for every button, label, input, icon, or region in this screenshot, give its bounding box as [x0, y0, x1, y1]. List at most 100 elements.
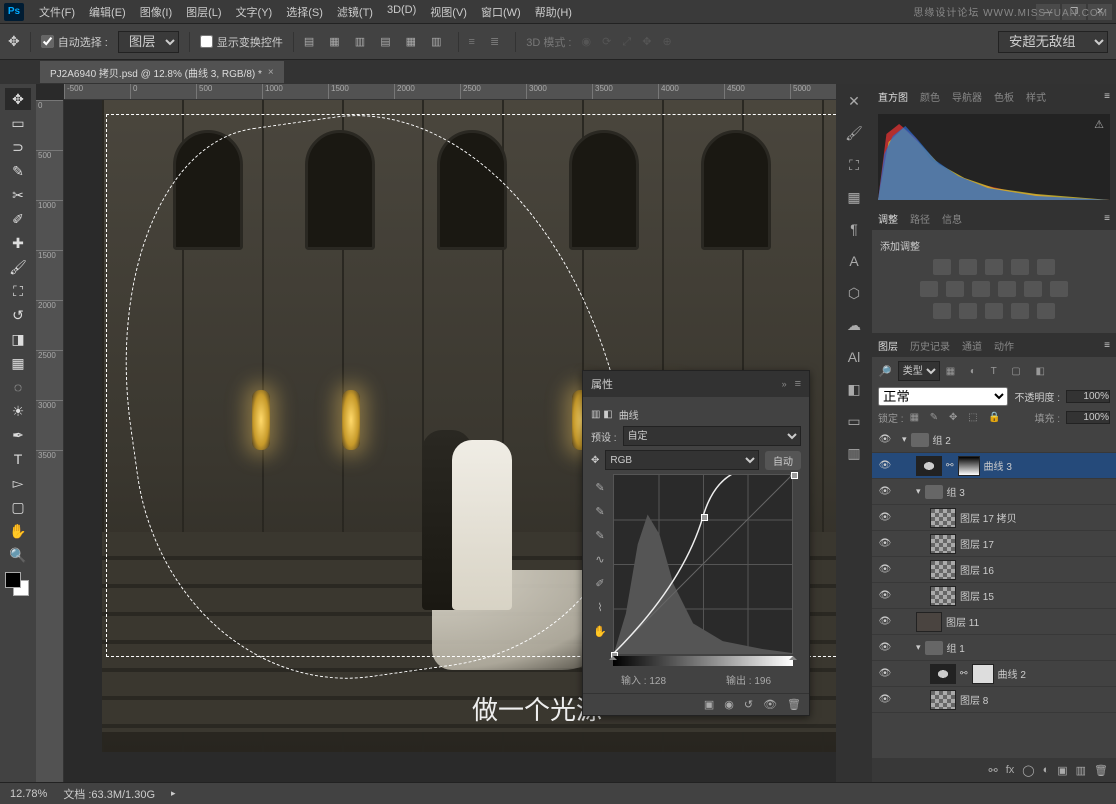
layer-row[interactable]: 👁 图层 8	[872, 687, 1116, 713]
visibility-icon[interactable]: 👁	[876, 642, 894, 653]
adj-mixer[interactable]	[1024, 281, 1042, 297]
menu-3D(D)[interactable]: 3D(D)	[380, 4, 423, 20]
group-icon[interactable]: ▣	[1057, 764, 1067, 777]
toggle-vis-icon[interactable]: 👁	[763, 698, 777, 711]
char-icon[interactable]: A	[843, 250, 865, 272]
layer-row[interactable]: 👁 ▾ 组 1	[872, 635, 1116, 661]
tab-直方图[interactable]: 直方图	[878, 89, 908, 104]
curve-hand[interactable]: ✋	[591, 622, 609, 640]
menu-选择(S)[interactable]: 选择(S)	[279, 4, 330, 20]
visibility-icon[interactable]: 👁	[876, 486, 894, 497]
curve-point-tool[interactable]: ∿	[591, 550, 609, 568]
adj-levels[interactable]	[959, 259, 977, 275]
menu-视图(V)[interactable]: 视图(V)	[423, 4, 474, 20]
properties-panel[interactable]: 属性 »≡ ▥ ◧曲线 预设 : 自定 ✥ RGB 自动 ✎ ✎ ✎ ∿ ✐ ⌇…	[582, 370, 810, 716]
layers-list[interactable]: 👁 ▾ 组 2👁 ⚯ 曲线 3👁 ▾ 组 3👁 图层 17 拷贝👁 图层 17👁…	[872, 427, 1116, 758]
layer-row[interactable]: 👁 图层 17	[872, 531, 1116, 557]
panel-menu-icon[interactable]: ≡	[1104, 213, 1110, 224]
tab-色板[interactable]: 色板	[994, 89, 1014, 104]
mask-icon[interactable]: ◯	[1022, 764, 1034, 777]
crop-tool[interactable]: ✂	[5, 184, 31, 206]
color-swatches[interactable]	[5, 572, 31, 598]
blend-mode-select[interactable]: 正常	[878, 387, 1008, 406]
adj-gradmap[interactable]	[1011, 303, 1029, 319]
adj-balance[interactable]	[946, 281, 964, 297]
device-icon[interactable]: ▭	[843, 410, 865, 432]
history-brush-tool[interactable]: ↺	[5, 304, 31, 326]
adj-icon[interactable]: ◐	[1043, 764, 1050, 776]
tab-样式[interactable]: 样式	[1026, 89, 1046, 104]
adj-hue[interactable]	[920, 281, 938, 297]
tool-preset-select[interactable]: 安超无敌组	[998, 31, 1108, 53]
menu-图像(I)[interactable]: 图像(I)	[133, 4, 179, 20]
curve-pencil-tool[interactable]: ✐	[591, 574, 609, 592]
menu-图层(L)[interactable]: 图层(L)	[179, 4, 228, 20]
delete-adj-icon[interactable]: 🗑	[787, 698, 801, 711]
layer-row[interactable]: 👁 ⚯ 曲线 2	[872, 661, 1116, 687]
align-icons[interactable]: ▤ ▦ ▥ ▤ ▦ ▥	[304, 35, 448, 48]
opacity-input[interactable]	[1066, 390, 1110, 403]
layer-row[interactable]: 👁 ⚯ 曲线 3	[872, 453, 1116, 479]
channel-select[interactable]: RGB	[605, 450, 759, 470]
panel-menu-icon[interactable]: ≡	[1104, 91, 1110, 102]
eyedrop-white[interactable]: ✎	[591, 526, 609, 544]
input-gradient[interactable]	[613, 656, 793, 666]
layer-row[interactable]: 👁 ▾ 组 3	[872, 479, 1116, 505]
tab-历史记录[interactable]: 历史记录	[910, 338, 950, 353]
tab-通道[interactable]: 通道	[962, 338, 982, 353]
fx-icon[interactable]: fx	[1006, 764, 1015, 776]
link-icon[interactable]: ⚯	[988, 764, 997, 777]
clone-panel-icon[interactable]: ⛶	[843, 154, 865, 176]
histogram-warning-icon[interactable]: ⚠	[1094, 118, 1104, 131]
stamp-tool[interactable]: ⛶	[5, 280, 31, 302]
trash-icon[interactable]: 🗑	[1094, 764, 1108, 777]
tab-路径[interactable]: 路径	[910, 211, 930, 226]
reset-icon[interactable]: ↺	[744, 698, 753, 711]
layer-row[interactable]: 👁 图层 16	[872, 557, 1116, 583]
lock-icons[interactable]: ▦ ✎ ✥ ⬚ 🔒	[910, 412, 1005, 423]
filter-icons[interactable]: ▦ ◐ T ▢ ◧	[946, 366, 1051, 377]
tools-icon[interactable]: ✕	[843, 90, 865, 112]
shape-tool[interactable]: ▢	[5, 496, 31, 518]
menu-文字(Y)[interactable]: 文字(Y)	[229, 4, 280, 20]
adj-thresh[interactable]	[985, 303, 1003, 319]
eyedropper-tool[interactable]: ✐	[5, 208, 31, 230]
blur-tool[interactable]: ◌	[5, 376, 31, 398]
brush-panel-icon[interactable]: 🖌	[843, 122, 865, 144]
dodge-tool[interactable]: ☀	[5, 400, 31, 422]
3d-icon[interactable]: ⬡	[843, 282, 865, 304]
autosel-target[interactable]: 图层	[118, 31, 179, 53]
zoom-level[interactable]: 12.78%	[10, 788, 47, 800]
layer-row[interactable]: 👁 图层 17 拷贝	[872, 505, 1116, 531]
menu-窗口(W)[interactable]: 窗口(W)	[474, 4, 528, 20]
adj-bw[interactable]	[972, 281, 990, 297]
hand-tool[interactable]: ✋	[5, 520, 31, 542]
auto-button[interactable]: 自动	[765, 451, 801, 470]
menu-帮助(H)[interactable]: 帮助(H)	[528, 4, 579, 20]
view-prev-icon[interactable]: ◉	[724, 698, 734, 711]
curve-smooth[interactable]: ⌇	[591, 598, 609, 616]
pen-tool[interactable]: ✒	[5, 424, 31, 446]
visibility-icon[interactable]: 👁	[876, 538, 894, 549]
curves-chart[interactable]	[613, 474, 793, 654]
marquee-tool[interactable]: ▭	[5, 112, 31, 134]
zoom-tool[interactable]: 🔍	[5, 544, 31, 566]
adj-vibrance[interactable]	[1037, 259, 1055, 275]
layer-filter-select[interactable]: 类型	[898, 361, 940, 381]
auto-select[interactable]: 自动选择 :	[41, 34, 108, 50]
tab-导航器[interactable]: 导航器	[952, 89, 982, 104]
measure-icon[interactable]: ▥	[843, 442, 865, 464]
brush-tool[interactable]: 🖌	[5, 256, 31, 278]
layer-row[interactable]: 👁 图层 15	[872, 583, 1116, 609]
adj-exposure[interactable]	[1011, 259, 1029, 275]
show-transform[interactable]: 显示变换控件	[200, 34, 283, 50]
menu-编辑(E)[interactable]: 编辑(E)	[82, 4, 133, 20]
preset-select[interactable]: 自定	[623, 426, 801, 446]
visibility-icon[interactable]: 👁	[876, 616, 894, 627]
panel-menu-icon[interactable]: ≡	[1104, 340, 1110, 351]
visibility-icon[interactable]: 👁	[876, 590, 894, 601]
visibility-icon[interactable]: 👁	[876, 694, 894, 705]
tab-信息[interactable]: 信息	[942, 211, 962, 226]
adj-poster[interactable]	[959, 303, 977, 319]
type-tool[interactable]: T	[5, 448, 31, 470]
